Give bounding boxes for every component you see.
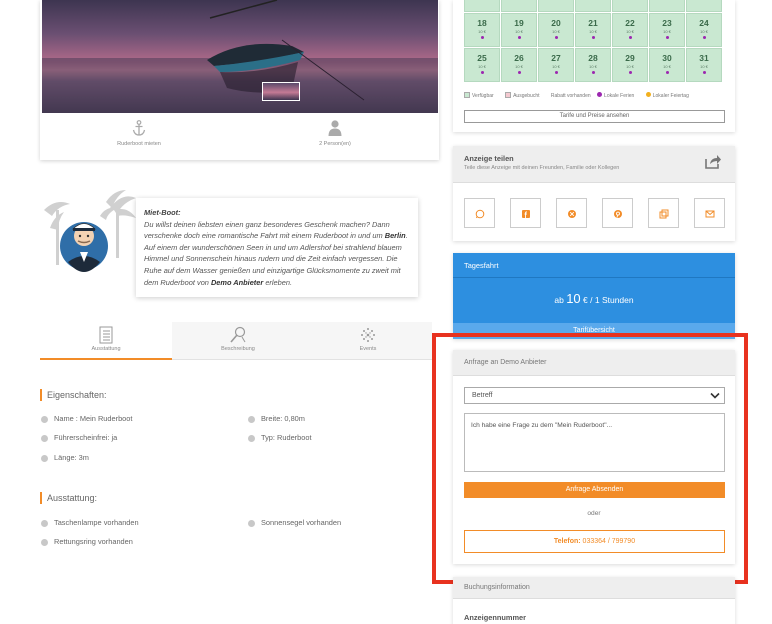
day-trip-title: Tagesfahrt [464,261,499,270]
tab-label: Events [359,346,377,352]
person-icon [328,120,342,136]
calendar-day[interactable]: 20 10 € [538,13,574,47]
share-pinterest-button[interactable] [602,198,633,228]
feature-label: Ruderboot mieten [117,141,161,147]
pinterest-icon [614,210,622,218]
calendar-day[interactable] [649,0,685,12]
calendar-day[interactable]: 25 10 € [464,48,500,82]
calendar-day[interactable]: 23 10 € [649,13,685,47]
calendar-day[interactable]: 19 10 € [501,13,537,47]
description-title: Miet-Boot: [144,208,181,217]
calendar-day[interactable] [575,0,611,12]
whatsapp-icon [475,209,485,219]
booking-info-header: Buchungsinformation [453,577,735,599]
property-length: Länge: 3m [40,453,89,463]
share-whatsapp-button[interactable] [464,198,495,228]
share-mail-button[interactable] [694,198,725,228]
checklist-icon [99,326,113,344]
day-trip-price: ab 10 € / 1 Stunden [554,291,634,306]
mail-icon [705,210,715,218]
availability-calendar: 18 10 € 19 10 € 20 10 € 21 10 € 22 10 € 23 10 … [453,0,735,132]
tab-beschreibung[interactable]: Beschreibung [172,322,304,360]
feature-persons: 2 Person(en) [236,118,434,147]
legend-holiday: Lokaler Feiertag [645,92,694,99]
feature-label: 2 Person(en) [319,141,351,147]
calendar-day[interactable]: 26 10 € [501,48,537,82]
equipment-item: Sonnensegel vorhanden [247,518,341,528]
tab-events[interactable]: Events [304,322,432,360]
calendar-day[interactable] [612,0,648,12]
calendar-row: 18 10 € 19 10 € 20 10 € 21 10 € 22 10 € 23 10 … [464,13,726,48]
property-name: Name : Mein Ruderboot [40,414,132,424]
calendar-day[interactable] [501,0,537,12]
calendar-day[interactable]: 28 10 € [575,48,611,82]
calendar-day[interactable]: 29 10 € [612,48,648,82]
detail-tabs: Ausstattung Beschreibung Events [40,322,432,360]
captain-illustration [44,190,136,272]
captain-mascot [40,188,140,278]
feature-boat-type: Ruderboot mieten [40,118,238,147]
share-icon[interactable] [704,154,722,170]
equipment-item: Taschenlampe vorhanden [40,518,139,528]
calendar-row-top [464,0,726,13]
legend-holidays: Lokale Ferien [597,92,639,99]
xing-icon [568,210,576,218]
share-card: Anzeige teilen Teile diese Anzeige mit d… [453,146,735,241]
city-name: Berlin [384,231,406,241]
properties-title: Eigenschaften: [40,389,107,401]
facebook-icon [522,210,530,218]
highlight-box [432,333,748,584]
share-copy-button[interactable] [648,198,679,228]
calendar-day[interactable] [686,0,722,12]
share-xing-button[interactable] [556,198,587,228]
boat-image [42,0,438,113]
day-trip-card: Tagesfahrt ab 10 € / 1 Stunden Tarifüber… [453,253,735,339]
provider-name: Demo Anbieter [210,277,264,287]
listing-photo[interactable] [42,0,438,113]
equipment-title: Ausstattung: [40,492,97,504]
calendar-day[interactable]: 21 10 € [575,13,611,47]
listing-photo-card: Ruderboot mieten 2 Person(en) [40,0,439,160]
legend-discount: Rabatt vorhanden [550,93,591,99]
fireworks-icon [361,328,375,342]
share-title: Anzeige teilen [464,154,514,163]
share-header: Anzeige teilen Teile diese Anzeige mit d… [453,146,735,183]
day-trip-header: Tagesfahrt [453,253,735,278]
copy-icon [659,209,669,219]
calendar-day[interactable] [464,0,500,12]
legend-available: Verfügbar [464,92,499,99]
calendar-day[interactable]: 27 10 € [538,48,574,82]
pen-icon [230,326,246,343]
tab-ausstattung[interactable]: Ausstattung [40,322,172,360]
tarif-button[interactable]: Tarife und Preise ansehen [464,110,725,123]
calendar-legend: Verfügbar Ausgebucht Rabatt vorhanden Lo… [464,92,699,99]
legend-booked: Ausgebucht [505,92,544,99]
price-value: 10 [566,291,581,306]
equipment-item: Rettungsring vorhanden [40,537,133,547]
share-subtitle: Teile diese Anzeige mit deinen Freunden,… [464,165,620,171]
calendar-row: 25 10 € 26 10 € 27 10 € 28 10 € 29 10 € 30 10 … [464,48,726,83]
calendar-day[interactable] [538,0,574,12]
calendar-day[interactable]: 22 10 € [612,13,648,47]
anchor-icon [132,120,146,136]
calendar-day[interactable]: 30 10 € [649,48,685,82]
listing-number-label: Anzeigennummer [464,613,527,622]
share-facebook-button[interactable] [510,198,541,228]
tab-label: Beschreibung [221,346,255,352]
gallery-thumbnail[interactable] [262,82,300,101]
calendar-day[interactable]: 31 10 € [686,48,722,82]
calendar-day[interactable]: 18 10 € [464,13,500,47]
calendar-day[interactable]: 24 10 € [686,13,722,47]
tab-label: Ausstattung [91,346,121,352]
booking-info-card: Buchungsinformation Anzeigennummer [453,577,735,624]
description-bubble: Miet-Boot: Du willst deinen liebsten ein… [136,198,418,297]
property-license: Führerscheinfrei: ja [40,433,117,443]
property-width: Breite: 0,80m [247,414,305,424]
property-type: Typ: Ruderboot [247,433,312,443]
description-text: Du willst deinen liebsten einen ganz bes… [144,219,408,287]
booking-info-title: Buchungsinformation [464,584,530,591]
